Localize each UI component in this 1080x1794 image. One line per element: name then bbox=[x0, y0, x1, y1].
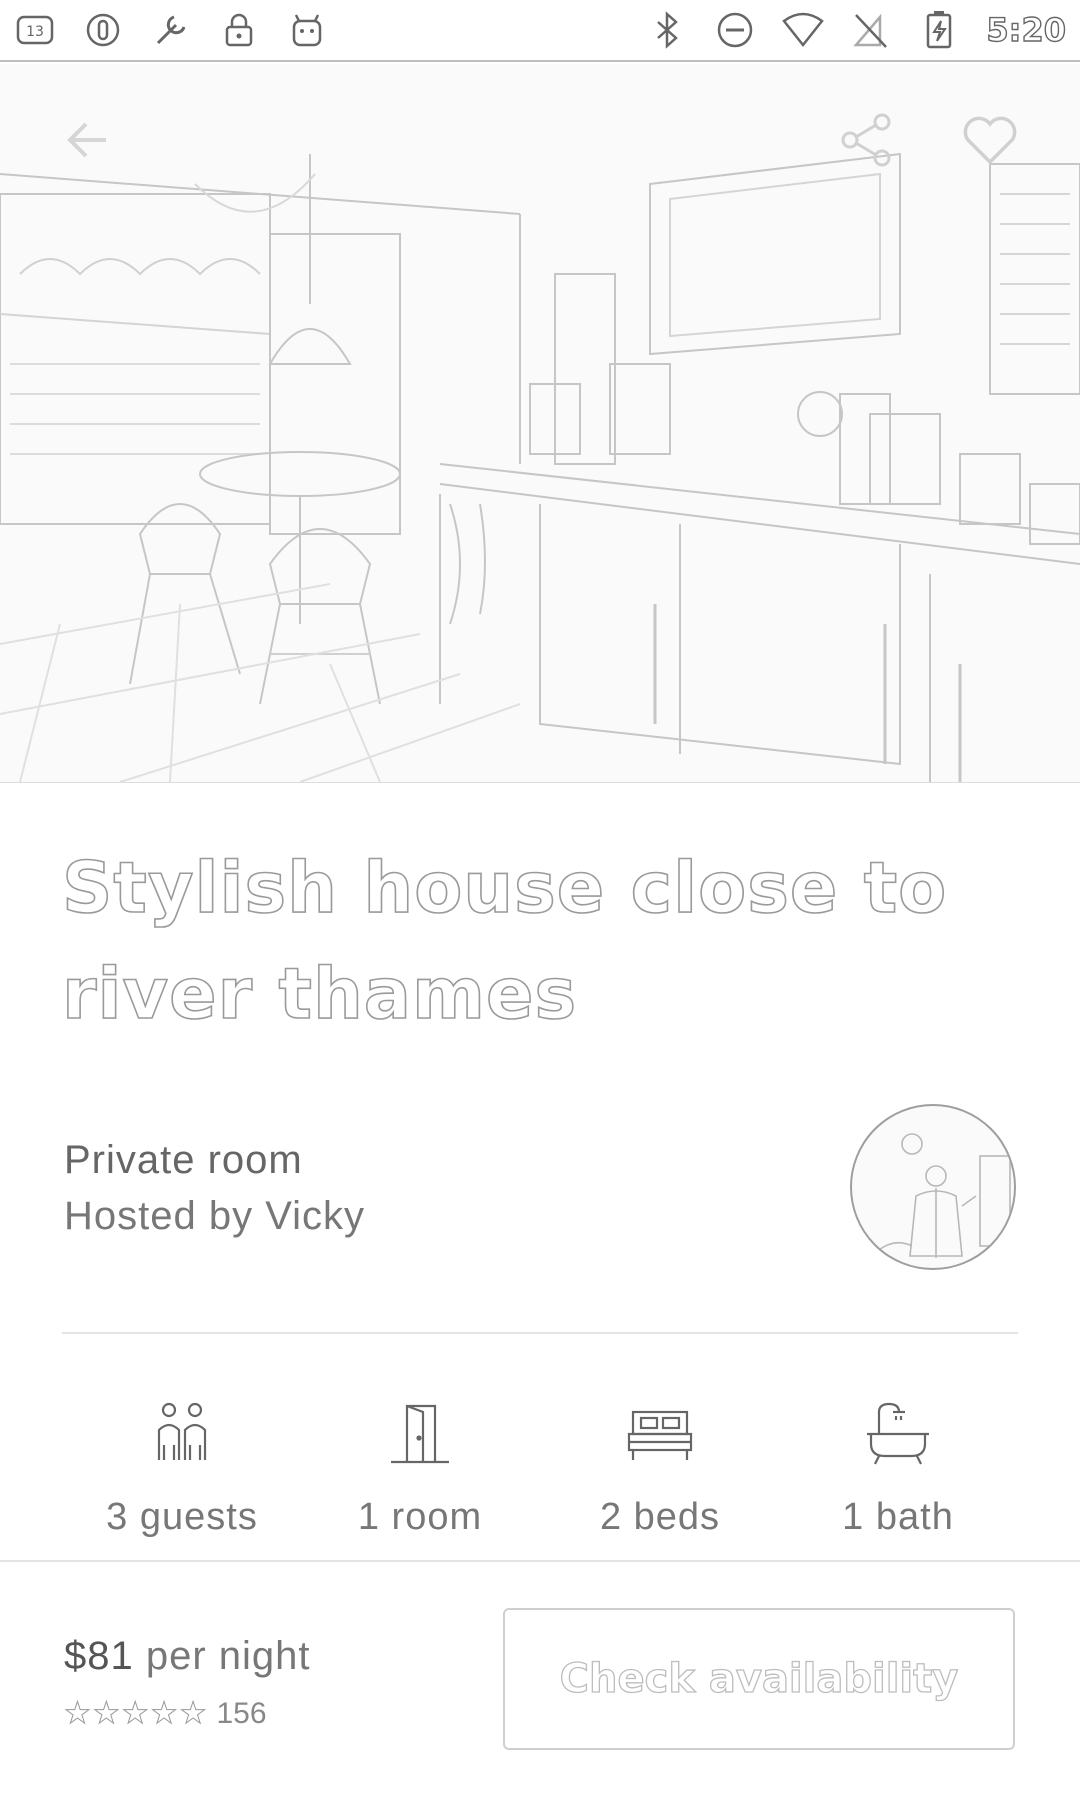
amenity-rooms-label: 1 room bbox=[357, 1496, 483, 1538]
notification-count-icon: 13 bbox=[14, 9, 56, 51]
amenity-baths-label: 1 bath bbox=[842, 1496, 954, 1538]
wrench-icon bbox=[150, 9, 192, 51]
heart-icon bbox=[963, 116, 1017, 165]
share-icon bbox=[841, 113, 891, 167]
share-button[interactable] bbox=[826, 100, 906, 180]
lock-icon bbox=[218, 9, 260, 51]
amenity-beds: 2 beds bbox=[540, 1390, 780, 1539]
price-per-night: $81 per night bbox=[64, 1634, 311, 1679]
host-avatar[interactable] bbox=[850, 1104, 1016, 1270]
amenity-guests-label: 3 guests bbox=[106, 1496, 258, 1538]
amenity-guests: 3 guests bbox=[62, 1390, 302, 1539]
amenities-row: 3 guests 1 room 2 beds 1 bath bbox=[0, 1390, 1080, 1538]
back-button[interactable] bbox=[48, 100, 128, 180]
divider bbox=[62, 1332, 1018, 1334]
footer-divider bbox=[0, 1560, 1080, 1562]
no-sim-icon bbox=[850, 9, 892, 51]
favorite-button[interactable] bbox=[950, 100, 1030, 180]
rating[interactable]: ★★★★★ 156 bbox=[63, 1696, 267, 1731]
circle-icon bbox=[82, 9, 124, 51]
star-rating-icon: ★★★★★ bbox=[63, 1697, 209, 1731]
wifi-icon bbox=[782, 9, 825, 51]
svg-text:13: 13 bbox=[26, 24, 44, 40]
amenity-rooms: 1 room bbox=[300, 1390, 540, 1539]
listing-photo[interactable] bbox=[0, 64, 1080, 783]
bath-icon bbox=[867, 1402, 929, 1465]
status-bar-left: 13 bbox=[14, 9, 328, 51]
bluetooth-icon bbox=[646, 9, 688, 51]
door-icon bbox=[391, 1404, 449, 1464]
status-bar-right: 5:20 bbox=[646, 9, 1067, 51]
price-suffix: per night bbox=[133, 1634, 311, 1678]
bed-icon bbox=[627, 1410, 693, 1460]
review-count: 156 bbox=[216, 1696, 267, 1730]
status-time: 5:20 bbox=[986, 10, 1067, 49]
guests-icon bbox=[157, 1402, 207, 1460]
check-availability-button[interactable]: Check availability bbox=[503, 1608, 1015, 1750]
amenity-beds-label: 2 beds bbox=[599, 1496, 721, 1538]
back-arrow-icon bbox=[67, 122, 106, 158]
room-type: Private room bbox=[64, 1138, 303, 1182]
amenity-baths: 1 bath bbox=[778, 1390, 1018, 1539]
battery-charging-icon bbox=[918, 9, 960, 51]
android-icon bbox=[286, 9, 328, 51]
host-photo bbox=[871, 1133, 1011, 1258]
price-amount: $81 bbox=[64, 1634, 134, 1678]
host-name: Hosted by Vicky bbox=[64, 1194, 366, 1238]
listing-title: Stylish house close to river thames bbox=[61, 846, 948, 1036]
do-not-disturb-icon bbox=[714, 9, 756, 51]
kitchen-photo-sketch bbox=[0, 152, 1080, 782]
status-bar: 13 5:20 bbox=[0, 0, 1080, 62]
